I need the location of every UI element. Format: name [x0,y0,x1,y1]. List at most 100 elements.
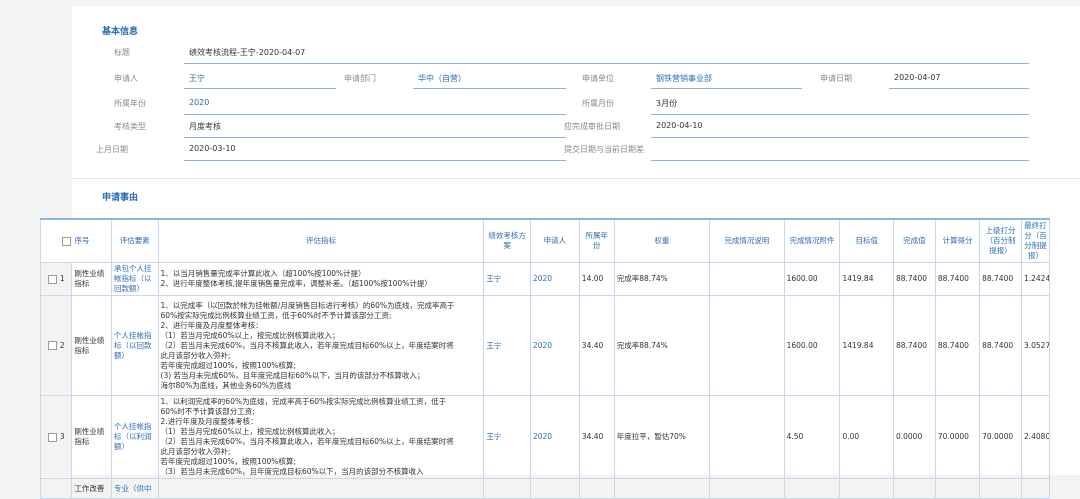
cell-weight: 14.00 [578,262,615,296]
cell-target: 1600.00 [783,262,841,296]
type-label: 考核类型 [114,122,146,131]
cell-empty [934,478,981,499]
table-row[interactable]: 工作改善 专业（供中 [39,478,1051,499]
diff-label: 提交日期与当前日期差 [564,145,644,154]
cell-upper[interactable]: 88.7400 [934,295,981,396]
title-value[interactable]: 绩效考核流程-王宁-2020-04-07 [189,47,305,58]
cell-year[interactable]: 2020 [529,295,580,396]
header-desc: 完成情况说明 [709,218,785,263]
cell-weight: 34.40 [578,395,615,479]
select-all-checkbox[interactable] [62,236,72,246]
lastmonth-label: 上月日期 [96,145,128,154]
header-score: 计算得分 [934,218,981,263]
date-label: 申请日期 [820,74,852,83]
month-value[interactable]: 3月份 [656,98,677,109]
cell-empty [483,478,531,499]
cell-plan [157,478,485,499]
section-divider [72,178,1080,179]
table-row[interactable]: 1 刚性业绩指标 承包个人挂帐指标（以回款额） 1、以当月销售量完成率计算此收入… [39,262,1051,296]
cell-final[interactable]: 88.7400 [979,295,1022,396]
month-underline [651,114,1029,115]
cell-element: 刚性业绩指标 [71,395,112,479]
header-final: 最终打分（百分制提报） [1020,218,1051,263]
header-year: 所属年份 [578,218,615,263]
table-row[interactable]: 2 刚性业绩指标 个人挂帐指标（以回款额） 1、以完成率（以回款於帐为挂帐额/月… [39,295,1051,396]
cell-applicant[interactable]: 王宁 [483,262,531,296]
deadline-underline [651,137,1029,138]
cell-year[interactable]: 2020 [529,395,580,479]
cell-indicator[interactable]: 承包个人挂帐指标（以回款额） [110,262,159,296]
cell-applicant[interactable]: 王宁 [483,395,531,479]
month-label: 所属月份 [582,99,614,108]
row-checkbox[interactable] [47,341,57,350]
cell-target: 1600.00 [783,295,841,396]
cell-element: 工作改善 [71,478,112,499]
unit-label: 申请单位 [582,74,614,83]
diff-underline [651,160,1029,161]
cell-desc[interactable]: 年度拉平，暂估70% [613,395,711,479]
cell-upper[interactable]: 70.0000 [934,395,981,479]
cell-plan: 1、以当月销售量完成率计算此收入（超100%按100%计提） 2、进行年度整体考… [157,262,485,296]
row-checkbox[interactable] [47,432,57,442]
table-row[interactable]: 3 刚性业绩指标 个人挂帐指标（以利润额） 1、以利润完成率的60%为底线，完成… [39,395,1051,479]
cell-score: 88.7400 [892,262,936,296]
cell-empty [979,478,1022,499]
year-value[interactable]: 2020 [189,98,209,107]
cell-indicator[interactable]: 专业（供中 [110,478,159,499]
basic-info-title: 基本信息 [102,27,139,37]
deadline-value[interactable]: 2020-04-10 [656,121,703,130]
cell-attach[interactable] [709,295,785,396]
header-actual: 完成值 [892,218,936,263]
unit-value[interactable]: 钢铁营销事业部 [656,73,712,84]
cell-empty [839,478,894,499]
lastmonth-underline [184,160,566,161]
row-select[interactable]: 2 [39,295,73,396]
cell-actual: 1419.84 [839,295,894,396]
row-select[interactable] [39,478,73,499]
header-applicant: 申请人 [529,218,580,263]
cell-empty [709,478,785,499]
unit-underline [651,88,802,89]
cell-indicator[interactable]: 个人挂帐指标（以回款额） [110,295,159,396]
cell-empty [613,478,711,499]
cell-attach[interactable] [709,262,785,296]
type-value[interactable]: 月度考核 [189,121,221,132]
cell-applicant[interactable]: 王宁 [483,295,531,396]
cell-empty [783,478,841,499]
header-seq: 序号 [40,218,112,263]
cell-target: 4.50 [783,395,841,479]
cell-final-ten: 1.2424 [1020,262,1051,296]
row-checkbox[interactable] [47,274,57,284]
applicant-value[interactable]: 王宁 [189,73,205,84]
cell-attach[interactable] [709,395,785,479]
cell-year[interactable]: 2020 [529,262,580,296]
cell-plan: 1、以完成率（以回款於帐为挂帐额/月度销售目标进行考核）的60%为底线，完成率高… [157,295,485,396]
title-label: 标题 [114,48,130,57]
cell-upper[interactable]: 88.7400 [934,262,981,296]
request-title: 申请事由 [102,193,139,203]
cell-empty [578,478,615,499]
cell-empty [892,478,936,499]
cell-final[interactable]: 70.0000 [979,395,1022,479]
cell-indicator[interactable]: 个人挂帐指标（以利润额） [110,395,159,479]
dept-label: 申请部门 [344,74,376,83]
cell-empty [529,478,580,499]
cell-desc[interactable]: 完成率88.74% [613,262,711,296]
header-plan: 绩效考核方案 [483,218,531,263]
cell-element: 刚性业绩指标 [71,262,112,296]
header-weight: 权重 [613,218,711,263]
cell-actual: 1419.84 [839,262,894,296]
cell-final[interactable]: 88.7400 [979,262,1022,296]
row-select[interactable]: 1 [39,262,73,296]
dept-value[interactable]: 华中（自营） [418,73,466,84]
cell-desc[interactable]: 完成率88.74% [613,295,711,396]
row-select[interactable]: 3 [39,395,73,479]
lastmonth-value[interactable]: 2020-03-10 [189,144,236,153]
cell-score: 88.7400 [892,295,936,396]
cell-plan: 1、以利润完成率的60%为底线，完成率高于60%按实际完成比例核算业绩工资，低于… [157,395,485,479]
cell-score: 0.0000 [892,395,936,479]
date-value[interactable]: 2020-04-07 [894,73,941,82]
assessment-table: 序号 评估要素 评估指标 绩效考核方案 申请人 所属年份 权重 完成情况说明 完… [39,218,1051,499]
header-element: 评估要素 [110,218,159,263]
year-label: 所属年份 [114,99,146,108]
